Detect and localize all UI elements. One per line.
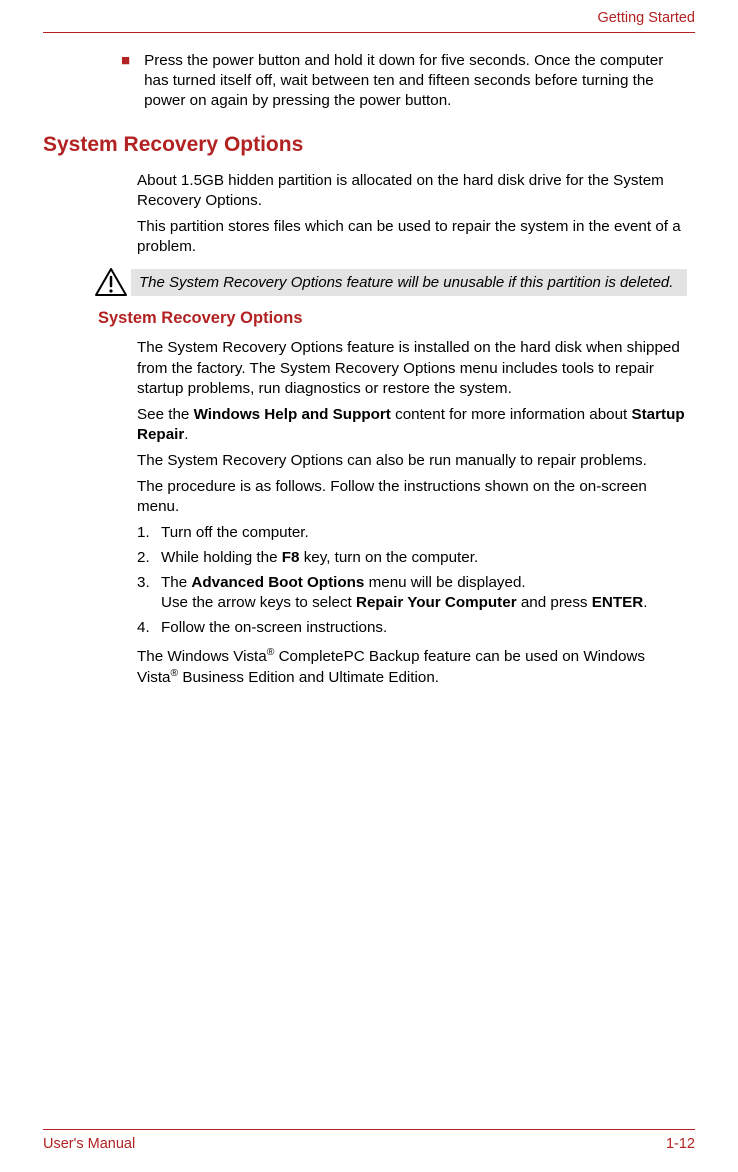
caution-callout: The System Recovery Options feature will… [91,267,687,297]
text: content for more information about [391,406,632,423]
list-number: 3. [137,573,161,613]
text-bold: F8 [282,549,300,566]
bullet-text: Press the power button and hold it down … [144,51,685,111]
footer: User's Manual 1-12 [43,1129,695,1172]
subheading-system-recovery-options: System Recovery Options [98,309,695,328]
heading-system-recovery-options: System Recovery Options [43,133,695,157]
list-number: 2. [137,548,161,568]
paragraph: The procedure is as follows. Follow the … [137,477,685,517]
header-section: Getting Started [43,10,695,33]
list-text: Turn off the computer. [161,523,685,543]
text: While holding the [161,549,282,566]
registered-mark: ® [171,668,179,679]
text: . [184,426,188,443]
bullet-marker: ■ [121,51,130,111]
text-bold: ENTER [592,594,643,611]
footer-title: User's Manual [43,1136,135,1152]
list-text: While holding the F8 key, turn on the co… [161,548,685,568]
text: The [161,574,191,591]
text: menu will be displayed. [364,574,525,591]
caution-icon [91,267,131,297]
text: and press [517,594,592,611]
list-item: 2. While holding the F8 key, turn on the… [137,548,685,568]
list-item: 4. Follow the on-screen instructions. [137,618,685,638]
text: Business Edition and Ultimate Edition. [178,669,439,686]
text-bold: Advanced Boot Options [191,574,364,591]
text-bold: Windows Help and Support [194,406,391,423]
text: The Windows Vista [137,648,267,665]
list-item: 1. Turn off the computer. [137,523,685,543]
ordered-list: 1. Turn off the computer. 2. While holdi… [137,523,685,638]
paragraph: The System Recovery Options can also be … [137,451,685,471]
text: key, turn on the computer. [299,549,478,566]
text: . [643,594,647,611]
bullet-item: ■ Press the power button and hold it dow… [121,51,685,111]
list-item: 3. The Advanced Boot Options menu will b… [137,573,685,613]
paragraph: This partition stores files which can be… [137,217,685,257]
paragraph: The Windows Vista® CompletePC Backup fea… [137,646,685,688]
paragraph: The System Recovery Options feature is i… [137,338,685,398]
list-number: 1. [137,523,161,543]
text-bold: Repair Your Computer [356,594,517,611]
list-number: 4. [137,618,161,638]
list-text: Follow the on-screen instructions. [161,618,685,638]
caution-text: The System Recovery Options feature will… [131,269,687,297]
text: Use the arrow keys to select [161,594,356,611]
page: Getting Started ■ Press the power button… [0,0,738,1172]
content: ■ Press the power button and hold it dow… [43,51,695,1129]
footer-page-number: 1-12 [666,1136,695,1152]
paragraph: See the Windows Help and Support content… [137,405,685,445]
text: See the [137,406,194,423]
list-text: The Advanced Boot Options menu will be d… [161,573,685,613]
paragraph: About 1.5GB hidden partition is allocate… [137,171,685,211]
